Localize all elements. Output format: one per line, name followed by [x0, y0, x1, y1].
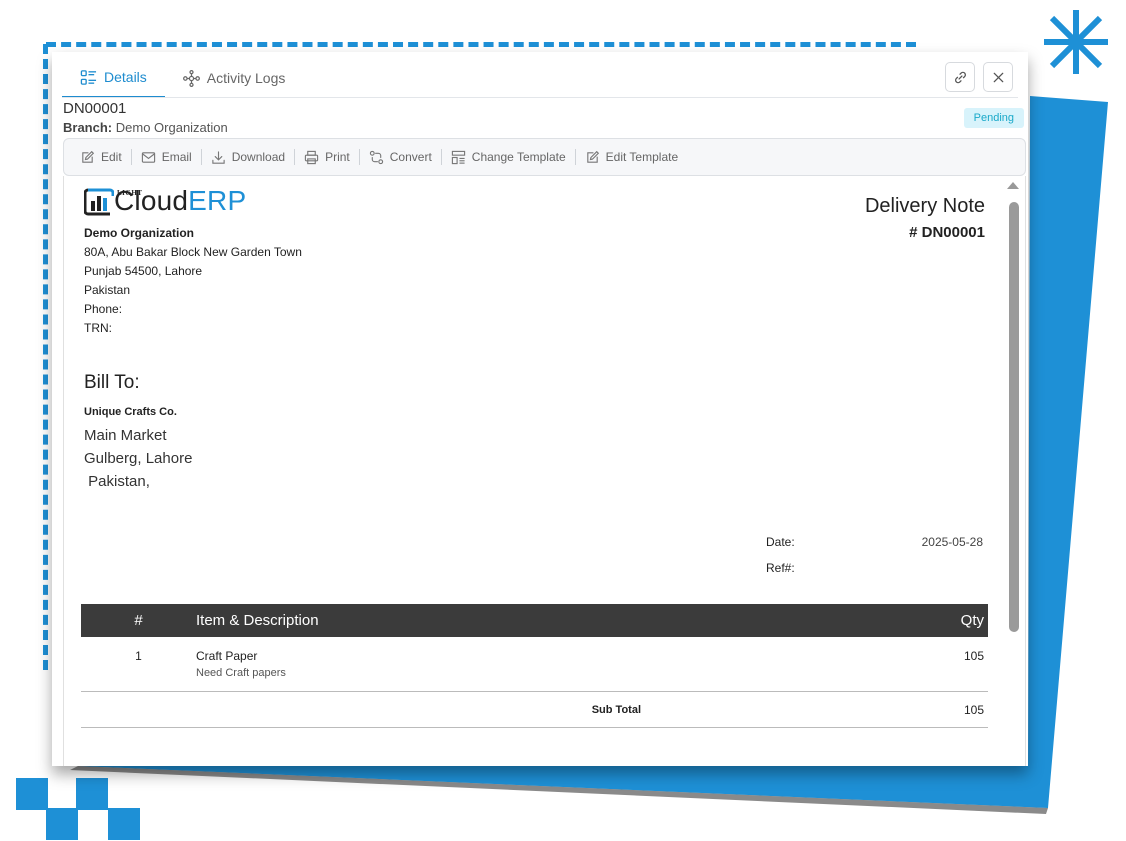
- organization-name: Demo Organization: [84, 226, 195, 240]
- company-logo: LIGHT CloudERP: [84, 186, 246, 216]
- toolbar-divider: [294, 149, 296, 165]
- customer-address-line2: Gulberg, Lahore: [84, 450, 193, 467]
- toolbar-divider: [440, 149, 442, 165]
- template-icon: [451, 150, 465, 164]
- customer-name: Unique Crafts Co.: [84, 406, 177, 418]
- tab-activity-logs-label: Activity Logs: [206, 70, 286, 86]
- scrollbar-thumb[interactable]: [1009, 202, 1019, 632]
- download-label: Download: [231, 150, 286, 164]
- organization-country: Pakistan: [84, 283, 131, 297]
- convert-icon: [369, 150, 383, 164]
- action-toolbar: Edit Email Download Print Convert Change…: [63, 138, 1026, 176]
- convert-button[interactable]: Convert: [369, 150, 432, 165]
- print-button[interactable]: Print: [304, 150, 350, 165]
- document-preview[interactable]: LIGHT CloudERP Demo Organization 80A, Ab…: [63, 176, 1026, 766]
- document-title-block: Delivery Note # DN00001: [865, 195, 985, 241]
- download-icon: [212, 150, 225, 164]
- email-button[interactable]: Email: [141, 150, 192, 165]
- activity-nodes-icon: [182, 69, 200, 87]
- copy-link-button[interactable]: [945, 62, 975, 92]
- edit-icon: [586, 150, 599, 163]
- items-table-header: # Item & Description Qty: [81, 604, 988, 637]
- subtotal-value: 105: [868, 691, 988, 728]
- branch-value: Demo Organization: [115, 120, 228, 135]
- print-label: Print: [325, 150, 350, 164]
- subtotal-spacer: [81, 691, 196, 728]
- organization-trn: TRN:: [84, 321, 112, 335]
- edit-template-button[interactable]: Edit Template: [585, 150, 679, 165]
- decorative-dashed-border-top: [46, 42, 916, 47]
- tab-details-label: Details: [104, 69, 147, 85]
- date-value: 2025-05-28: [921, 535, 983, 549]
- items-table: # Item & Description Qty 1 Craft Paper N…: [81, 604, 988, 728]
- edit-label: Edit: [101, 150, 122, 164]
- link-icon: [954, 71, 966, 83]
- edit-icon: [82, 150, 95, 163]
- email-label: Email: [161, 150, 192, 164]
- subtotal-label: Sub Total: [196, 691, 868, 728]
- organization-address-line1: 80A, Abu Bakar Block New Garden Town: [84, 245, 302, 259]
- column-header-qty: Qty: [960, 612, 984, 629]
- item-name: Craft Paper: [196, 649, 258, 663]
- item-description: Need Craft papers: [196, 667, 286, 679]
- column-header-description: Item & Description: [196, 612, 319, 629]
- change-template-label: Change Template: [471, 150, 566, 164]
- tab-bar: Details Activity Logs: [62, 58, 303, 98]
- organization-address-line2: Punjab 54500, Lahore: [84, 264, 203, 278]
- subtotal-row: Sub Total 105: [81, 691, 988, 728]
- row-number: 1: [81, 637, 196, 692]
- date-label: Date:: [766, 535, 795, 549]
- ref-label: Ref#:: [766, 561, 795, 575]
- column-header-number: #: [134, 612, 143, 629]
- toolbar-divider: [574, 149, 576, 165]
- logo-erp-text: ERP: [188, 185, 247, 216]
- tab-activity-logs[interactable]: Activity Logs: [165, 58, 304, 98]
- organization-phone: Phone:: [84, 302, 123, 316]
- bill-to-heading: Bill To:: [84, 372, 140, 393]
- asterisk-icon: [1044, 10, 1108, 74]
- row-item: Craft Paper Need Craft papers: [196, 637, 868, 692]
- print-icon: [304, 150, 319, 164]
- organization-address: Demo Organization 80A, Abu Bakar Block N…: [84, 224, 302, 338]
- close-button[interactable]: [983, 62, 1013, 92]
- row-qty: 105: [868, 637, 988, 692]
- edit-template-label: Edit Template: [605, 150, 679, 164]
- close-icon: [993, 72, 1003, 82]
- logo-chart-icon: [84, 188, 114, 216]
- document-title: Delivery Note: [864, 195, 985, 217]
- branch-label: Branch:: [63, 120, 113, 135]
- scroll-up-arrow[interactable]: [1007, 182, 1019, 189]
- decorative-dashed-border-left: [43, 44, 48, 670]
- edit-button[interactable]: Edit: [80, 150, 122, 165]
- document-number-heading: DN00001: [63, 100, 127, 117]
- change-template-button[interactable]: Change Template: [451, 150, 566, 165]
- toolbar-divider: [200, 149, 202, 165]
- tab-details[interactable]: Details: [62, 58, 165, 98]
- customer-address-line1: Main Market: [84, 427, 167, 444]
- branch-info: Branch: Demo Organization: [63, 120, 228, 135]
- customer-address: Main Market Gulberg, Lahore Pakistan,: [84, 424, 192, 493]
- email-icon: [141, 151, 155, 163]
- delivery-note-window: Details Activity Logs DN00001 Branch: De…: [52, 52, 1028, 766]
- download-button[interactable]: Download: [211, 150, 285, 165]
- table-row: 1 Craft Paper Need Craft papers 105: [81, 637, 988, 692]
- logo-light-text: LIGHT: [117, 189, 143, 197]
- tab-divider: [62, 97, 1018, 98]
- details-list-icon: [80, 69, 97, 85]
- document-number: # DN00001: [909, 224, 985, 241]
- toolbar-divider: [358, 149, 360, 165]
- toolbar-divider: [130, 149, 132, 165]
- customer-address-line3: Pakistan,: [84, 473, 150, 490]
- convert-label: Convert: [389, 150, 432, 164]
- status-badge: Pending: [963, 108, 1024, 128]
